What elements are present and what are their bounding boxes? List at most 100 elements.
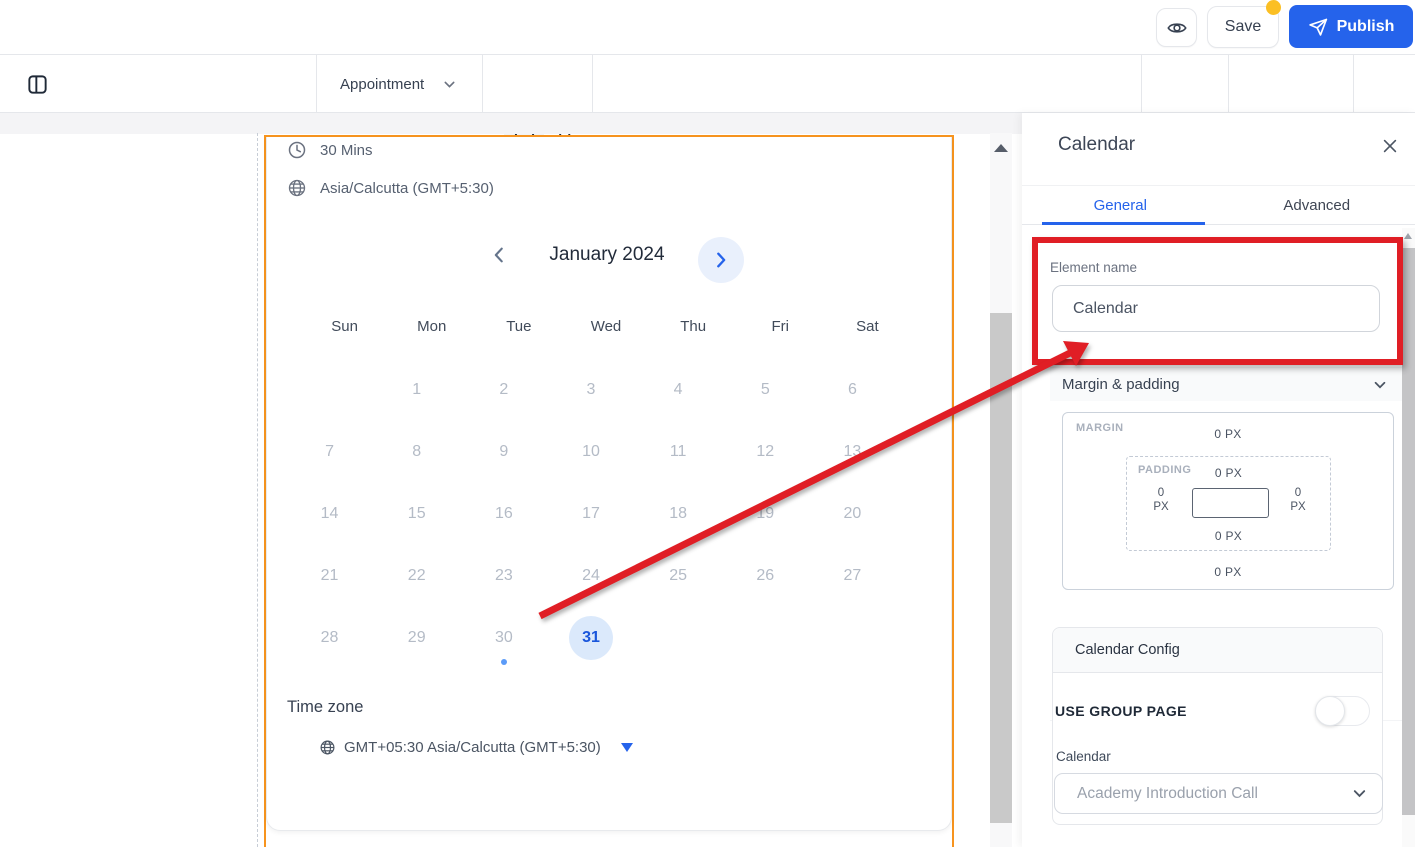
close-icon <box>1383 139 1397 153</box>
calendar-day[interactable]: 7 <box>286 421 373 483</box>
use-group-page-row: USE GROUP PAGE <box>1055 695 1382 726</box>
meeting-timezone: Asia/Calcutta (GMT+5:30) <box>320 179 494 197</box>
caret-down-icon <box>620 743 633 752</box>
calendar-day[interactable]: 21 <box>286 545 373 607</box>
chevron-down-icon <box>1353 790 1366 798</box>
timezone-dropdown[interactable]: GMT+05:30 Asia/Calcutta (GMT+5:30) <box>319 739 633 756</box>
use-group-page-toggle[interactable] <box>1315 695 1370 726</box>
section-boundary-dashed <box>257 133 258 847</box>
element-name-input[interactable] <box>1052 285 1380 332</box>
calendar-day-empty <box>635 607 722 669</box>
calendar-day[interactable]: 4 <box>635 359 722 421</box>
padding-bottom-value[interactable]: 0 PX <box>1127 529 1330 543</box>
chevron-left-icon <box>494 247 503 263</box>
calendar-day[interactable]: 17 <box>547 483 634 545</box>
margin-bottom-value[interactable]: 0 PX <box>1063 565 1393 579</box>
padding-left-value[interactable]: 0 PX <box>1141 486 1181 514</box>
calendar-day[interactable]: 22 <box>373 545 460 607</box>
canvas-top-gap <box>0 113 1022 134</box>
weekday-label: Thu <box>680 318 707 335</box>
scroll-up-arrow[interactable] <box>1404 233 1412 239</box>
calendar-day[interactable]: 14 <box>286 483 373 545</box>
chevron-right-icon <box>717 252 726 268</box>
calendar-day-empty <box>809 607 896 669</box>
publish-button[interactable]: Publish <box>1289 5 1413 48</box>
calendar-day[interactable]: 26 <box>722 545 809 607</box>
calendar-day[interactable]: 3 <box>547 359 634 421</box>
scrollbar-thumb[interactable] <box>990 313 1012 823</box>
tab-general[interactable]: General <box>1022 186 1219 225</box>
calendar-config-card: Calendar Config USE GROUP PAGE Calendar … <box>1052 627 1383 825</box>
weekday-label: Mon <box>417 318 447 335</box>
calendar-day[interactable]: 8 <box>373 421 460 483</box>
calendar-day[interactable]: 24 <box>547 545 634 607</box>
calendar-day[interactable]: 11 <box>635 421 722 483</box>
timezone-value: GMT+05:30 Asia/Calcutta (GMT+5:30) <box>344 739 601 756</box>
margin-top-value[interactable]: 0 PX <box>1063 427 1393 441</box>
weekday-header-row: Sun Mon Tue Wed Thu Fri Sat <box>301 318 911 335</box>
globe-icon <box>320 740 335 755</box>
margin-padding-section-header[interactable]: Margin & padding <box>1050 367 1402 401</box>
tab-advanced[interactable]: Advanced <box>1219 186 1415 224</box>
preview-button[interactable] <box>1156 8 1197 47</box>
toolbar-divider <box>316 55 317 113</box>
page-selector-label: Appointment <box>340 75 425 93</box>
chevron-down-icon <box>444 81 455 88</box>
unsaved-changes-dot <box>1266 0 1281 15</box>
calendar-day[interactable]: 2 <box>460 359 547 421</box>
calendar-day[interactable]: 28 <box>286 607 373 669</box>
scroll-up-arrow[interactable] <box>994 144 1008 152</box>
next-month-button[interactable] <box>698 237 744 283</box>
sidebar-toggle-button[interactable] <box>25 72 49 96</box>
calendar-day[interactable]: 10 <box>547 421 634 483</box>
padding-top-value[interactable]: 0 PX <box>1127 466 1330 480</box>
calendar-day[interactable]: 18 <box>635 483 722 545</box>
page-selector-dropdown[interactable]: Appointment <box>340 55 457 113</box>
send-icon <box>1308 18 1327 36</box>
calendar-day[interactable]: 6 <box>809 359 896 421</box>
calendar-day-with-dot[interactable]: 30 <box>460 607 547 669</box>
toolbar-divider <box>1228 55 1229 113</box>
calendar-day[interactable]: 20 <box>809 483 896 545</box>
calendar-day[interactable]: 16 <box>460 483 547 545</box>
globe-icon <box>288 179 306 197</box>
calendar-day[interactable]: 27 <box>809 545 896 607</box>
timezone-section-label: Time zone <box>287 698 364 716</box>
month-title: January 2024 <box>549 244 665 265</box>
calendar-widget[interactable]: 30 Mins Asia/Calcutta (GMT+5:30) January… <box>266 137 952 831</box>
weekday-label: Sat <box>856 318 879 335</box>
margin-diagram: MARGIN 0 PX PADDING 0 PX 0 PX 0 PX 0 PX … <box>1062 412 1394 590</box>
calendar-day[interactable]: 13 <box>809 421 896 483</box>
panel-tabs: General Advanced <box>1022 186 1415 225</box>
calendar-day-empty <box>286 359 373 421</box>
calendar-days-grid: 1 2 3 4 5 6 7 8 9 10 11 12 13 14 15 16 1… <box>286 359 896 669</box>
previous-month-button[interactable] <box>489 245 509 265</box>
layout-columns-icon <box>27 74 47 94</box>
clock-icon <box>288 141 306 159</box>
toggle-knob <box>1315 695 1345 726</box>
publish-label: Publish <box>1336 17 1395 35</box>
calendar-day[interactable]: 12 <box>722 421 809 483</box>
use-group-page-label: USE GROUP PAGE <box>1055 703 1187 719</box>
calendar-day[interactable]: 1 <box>373 359 460 421</box>
scrollbar-thumb[interactable] <box>1402 248 1415 815</box>
calendar-day-selected[interactable]: 31 <box>547 607 634 669</box>
calendar-select-label: Calendar <box>1056 749 1111 764</box>
padding-right-value[interactable]: 0 PX <box>1278 486 1318 514</box>
content-box-input[interactable] <box>1192 488 1269 518</box>
calendar-select[interactable]: Academy Introduction Call <box>1054 773 1383 814</box>
calendar-day[interactable]: 23 <box>460 545 547 607</box>
margin-padding-label: Margin & padding <box>1062 376 1180 393</box>
calendar-day[interactable]: 25 <box>635 545 722 607</box>
calendar-day[interactable]: 15 <box>373 483 460 545</box>
calendar-config-header: Calendar Config <box>1053 628 1382 673</box>
close-panel-button[interactable] <box>1380 136 1400 156</box>
calendar-day[interactable]: 9 <box>460 421 547 483</box>
calendar-day[interactable]: 19 <box>722 483 809 545</box>
calendar-day[interactable]: 29 <box>373 607 460 669</box>
panel-scrollbar[interactable] <box>1402 228 1415 847</box>
weekday-label: Wed <box>590 318 622 335</box>
calendar-day[interactable]: 5 <box>722 359 809 421</box>
canvas-scrollbar[interactable] <box>990 133 1012 847</box>
element-name-label: Element name <box>1050 260 1138 275</box>
